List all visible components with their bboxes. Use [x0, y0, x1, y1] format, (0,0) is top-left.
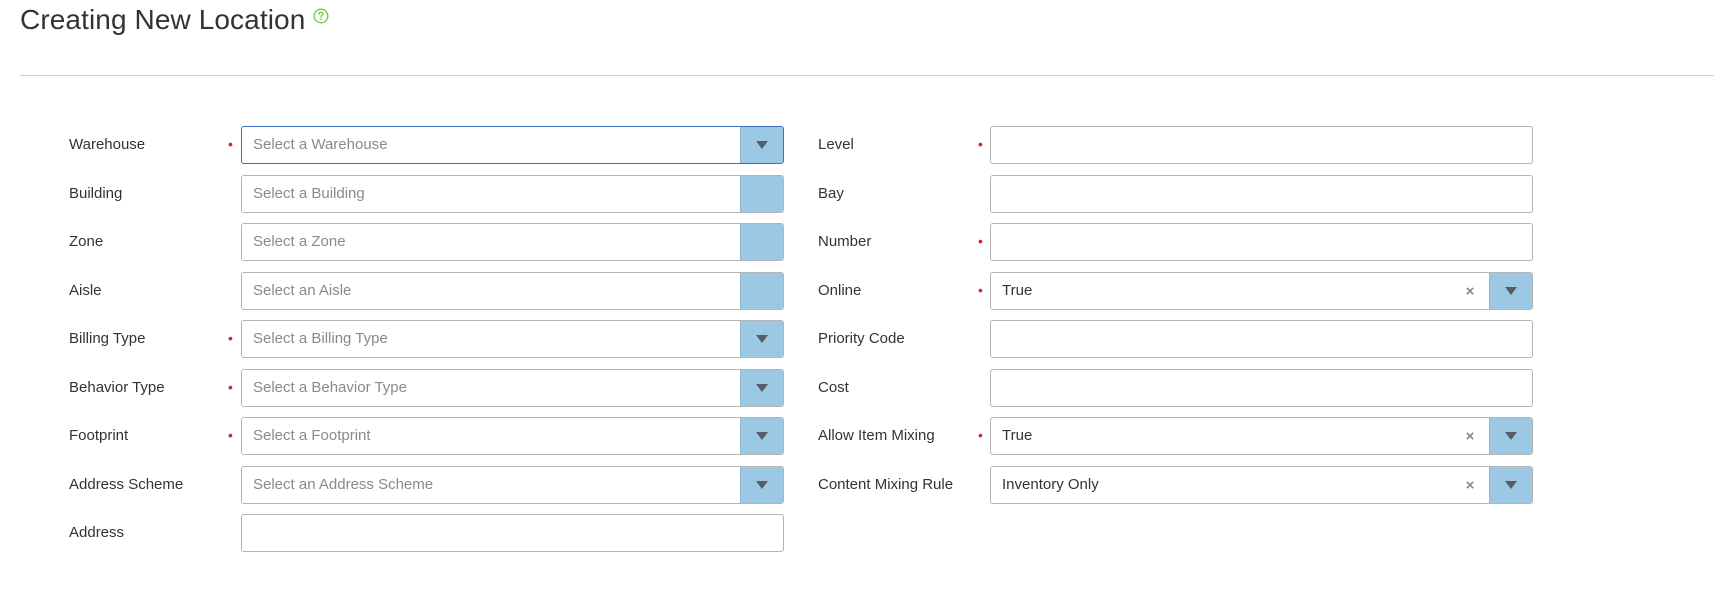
- caret-down-icon: [756, 141, 768, 149]
- billing-type-select[interactable]: Select a Billing Type: [241, 320, 784, 358]
- level-label: Level: [818, 136, 854, 153]
- aisle-label: Aisle: [69, 282, 102, 299]
- number-input[interactable]: [990, 223, 1533, 261]
- footprint-label: Footprint: [69, 427, 129, 444]
- help-icon[interactable]: [313, 8, 329, 24]
- required-marker: •: [228, 136, 233, 152]
- clear-x-icon[interactable]: ×: [1463, 418, 1477, 454]
- content-mixing-rule-dropdown-button[interactable]: [1489, 467, 1532, 503]
- footprint-placeholder: Select a Footprint: [253, 427, 371, 444]
- footprint-dropdown-button[interactable]: [740, 418, 783, 454]
- required-marker: •: [978, 233, 983, 249]
- zone-label: Zone: [69, 233, 104, 250]
- address-scheme-label: Address Scheme: [69, 476, 184, 493]
- required-marker: •: [978, 136, 983, 152]
- clear-x-icon[interactable]: ×: [1463, 273, 1477, 309]
- building-label: Building: [69, 185, 123, 202]
- page-title: Creating New Location: [20, 4, 306, 35]
- zone-select[interactable]: Select a Zone: [241, 223, 784, 261]
- header-divider: [20, 75, 1714, 76]
- online-value: True: [1002, 282, 1033, 299]
- address-scheme-placeholder: Select an Address Scheme: [253, 476, 434, 493]
- behavior-type-dropdown-button[interactable]: [740, 370, 783, 406]
- cost-label: Cost: [818, 379, 849, 396]
- online-dropdown-button[interactable]: [1489, 273, 1532, 309]
- level-input[interactable]: [990, 126, 1533, 164]
- allow-item-mixing-value: True: [1002, 427, 1033, 444]
- required-marker: •: [228, 427, 233, 443]
- aisle-select[interactable]: Select an Aisle: [241, 272, 784, 310]
- behavior-type-label: Behavior Type: [69, 379, 165, 396]
- priority-code-label: Priority Code: [818, 330, 905, 347]
- allow-item-mixing-dropdown-button[interactable]: [1489, 418, 1532, 454]
- address-scheme-dropdown-button[interactable]: [740, 467, 783, 503]
- bay-label: Bay: [818, 185, 844, 202]
- behavior-type-placeholder: Select a Behavior Type: [253, 379, 407, 396]
- building-select[interactable]: Select a Building: [241, 175, 784, 213]
- aisle-dropdown-button[interactable]: [740, 273, 783, 309]
- caret-down-icon: [1505, 481, 1517, 489]
- required-marker: •: [228, 330, 233, 346]
- warehouse-select[interactable]: Select a Warehouse: [241, 126, 784, 164]
- zone-dropdown-button[interactable]: [740, 224, 783, 260]
- building-dropdown-button[interactable]: [740, 176, 783, 212]
- number-label: Number: [818, 233, 872, 250]
- caret-down-icon: [756, 335, 768, 343]
- caret-down-icon: [1505, 432, 1517, 440]
- online-select[interactable]: True ×: [990, 272, 1533, 310]
- building-placeholder: Select a Building: [253, 185, 365, 202]
- required-marker: •: [978, 427, 983, 443]
- zone-placeholder: Select a Zone: [253, 233, 346, 250]
- content-mixing-rule-select[interactable]: Inventory Only ×: [990, 466, 1533, 504]
- warehouse-label: Warehouse: [69, 136, 146, 153]
- required-marker: •: [978, 282, 983, 298]
- priority-code-input[interactable]: [990, 320, 1533, 358]
- create-location-page: Creating New Location Warehouse • Select…: [0, 0, 1714, 599]
- caret-down-icon: [756, 432, 768, 440]
- behavior-type-select[interactable]: Select a Behavior Type: [241, 369, 784, 407]
- billing-type-placeholder: Select a Billing Type: [253, 330, 388, 347]
- billing-type-label: Billing Type: [69, 330, 146, 347]
- online-label: Online: [818, 282, 862, 299]
- cost-input[interactable]: [990, 369, 1533, 407]
- clear-x-icon[interactable]: ×: [1463, 467, 1477, 503]
- warehouse-placeholder: Select a Warehouse: [253, 136, 388, 153]
- billing-type-dropdown-button[interactable]: [740, 321, 783, 357]
- footprint-select[interactable]: Select a Footprint: [241, 417, 784, 455]
- required-marker: •: [228, 379, 233, 395]
- allow-item-mixing-select[interactable]: True ×: [990, 417, 1533, 455]
- caret-down-icon: [756, 384, 768, 392]
- page-header: Creating New Location: [20, 0, 329, 40]
- bay-input[interactable]: [990, 175, 1533, 213]
- warehouse-dropdown-button[interactable]: [740, 127, 783, 163]
- address-label: Address: [69, 524, 125, 541]
- content-mixing-rule-value: Inventory Only: [1002, 476, 1099, 493]
- aisle-placeholder: Select an Aisle: [253, 282, 352, 299]
- address-scheme-select[interactable]: Select an Address Scheme: [241, 466, 784, 504]
- caret-down-icon: [756, 481, 768, 489]
- allow-item-mixing-label: Allow Item Mixing: [818, 427, 935, 444]
- content-mixing-rule-label: Content Mixing Rule: [818, 476, 954, 493]
- caret-down-icon: [1505, 287, 1517, 295]
- address-input[interactable]: [241, 514, 784, 552]
